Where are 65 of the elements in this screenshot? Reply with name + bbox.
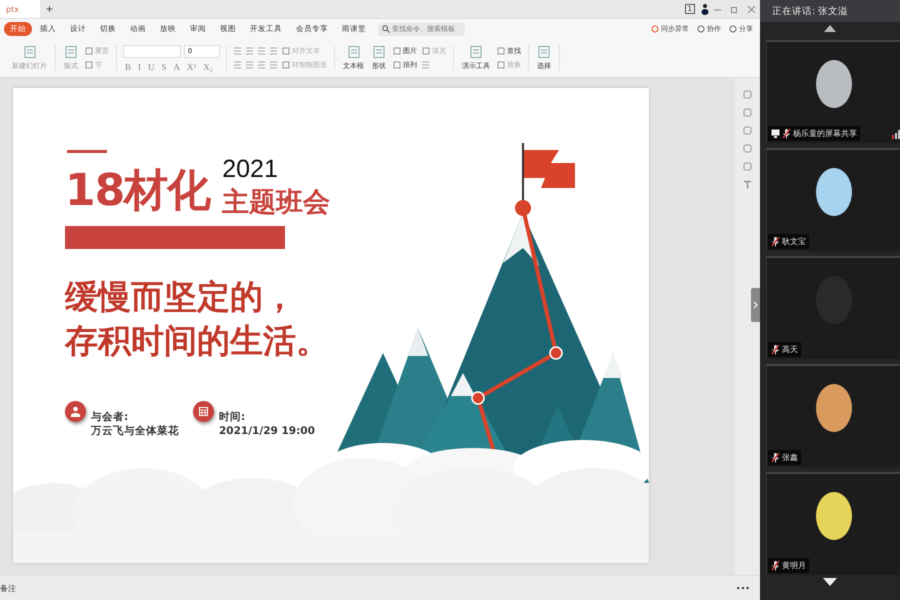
more-button[interactable]: ••• (736, 584, 750, 592)
close-icon (748, 6, 755, 12)
restore-icon (731, 6, 738, 12)
circle-icon (729, 25, 737, 33)
screen-share-icon (771, 129, 780, 138)
square-icon (393, 61, 401, 69)
list-icon[interactable] (269, 61, 278, 69)
avatar (816, 492, 852, 540)
scroll-down-icon[interactable] (823, 578, 837, 586)
circle-icon (651, 25, 659, 33)
avatar (816, 384, 852, 432)
calendar-icon (193, 401, 214, 422)
participant-name: 黄明月 (782, 560, 806, 571)
panel-icon (346, 45, 360, 59)
slogan-line: 缓慢而坚定的， (65, 276, 297, 318)
avatar (816, 168, 852, 216)
panel-icon (372, 45, 386, 59)
square-icon (497, 61, 505, 69)
collapse-handle[interactable] (751, 288, 760, 322)
text-tool-icon[interactable] (743, 180, 752, 189)
panel-icon (469, 45, 483, 59)
list-icon[interactable] (257, 61, 266, 69)
document-tab[interactable]: ptx (0, 0, 40, 18)
accent-line (67, 150, 107, 153)
user-avatar-icon[interactable] (701, 3, 709, 15)
list-icon[interactable] (269, 47, 278, 55)
panel-icon (22, 45, 36, 59)
square-icon (85, 61, 93, 69)
year-text: 2021 (222, 155, 279, 184)
new-tab-button[interactable]: + (40, 2, 60, 16)
info-value: 2021/1/29 19:00 (219, 424, 315, 438)
speaker-status: 正在讲话: 张文溢 (760, 0, 900, 22)
slide-title: 主题班会 (222, 186, 330, 220)
participant-name: 耿文宝 (782, 236, 806, 247)
circle-icon (697, 25, 705, 33)
panel-icon (537, 45, 551, 59)
square-icon (393, 47, 401, 55)
list-icon[interactable] (245, 61, 254, 69)
person-icon (65, 401, 86, 422)
square-icon (85, 47, 93, 55)
participant-name: 杨乐童的屏幕共享 (793, 128, 857, 139)
signal-icon (892, 130, 900, 139)
info-label: 与会者: (91, 410, 130, 424)
notes-label[interactable]: 备注 (0, 582, 16, 594)
avatar (816, 60, 852, 108)
info-value: 万云飞与全体菜花 (91, 424, 179, 438)
square-icon (282, 47, 290, 55)
square-icon (422, 47, 430, 55)
list-icon[interactable] (233, 47, 242, 55)
square-icon (497, 47, 505, 55)
list-icon[interactable] (245, 47, 254, 55)
font-name-field[interactable] (123, 44, 181, 58)
panel-icon (64, 45, 78, 59)
list-icon[interactable] (257, 47, 266, 55)
list-icon[interactable] (421, 61, 430, 69)
list-icon[interactable] (233, 61, 242, 69)
slogan-line: 存积时间的生活。 (65, 320, 330, 362)
scroll-up-icon[interactable] (824, 25, 836, 32)
participant-name: 张鑫 (782, 452, 798, 463)
info-label: 时间: (219, 410, 246, 424)
participant-name: 高天 (782, 344, 798, 355)
format-button[interactable]: I (136, 62, 144, 72)
square-icon (282, 61, 290, 69)
class-name: 18材化 (65, 164, 210, 218)
search-icon (382, 25, 390, 33)
